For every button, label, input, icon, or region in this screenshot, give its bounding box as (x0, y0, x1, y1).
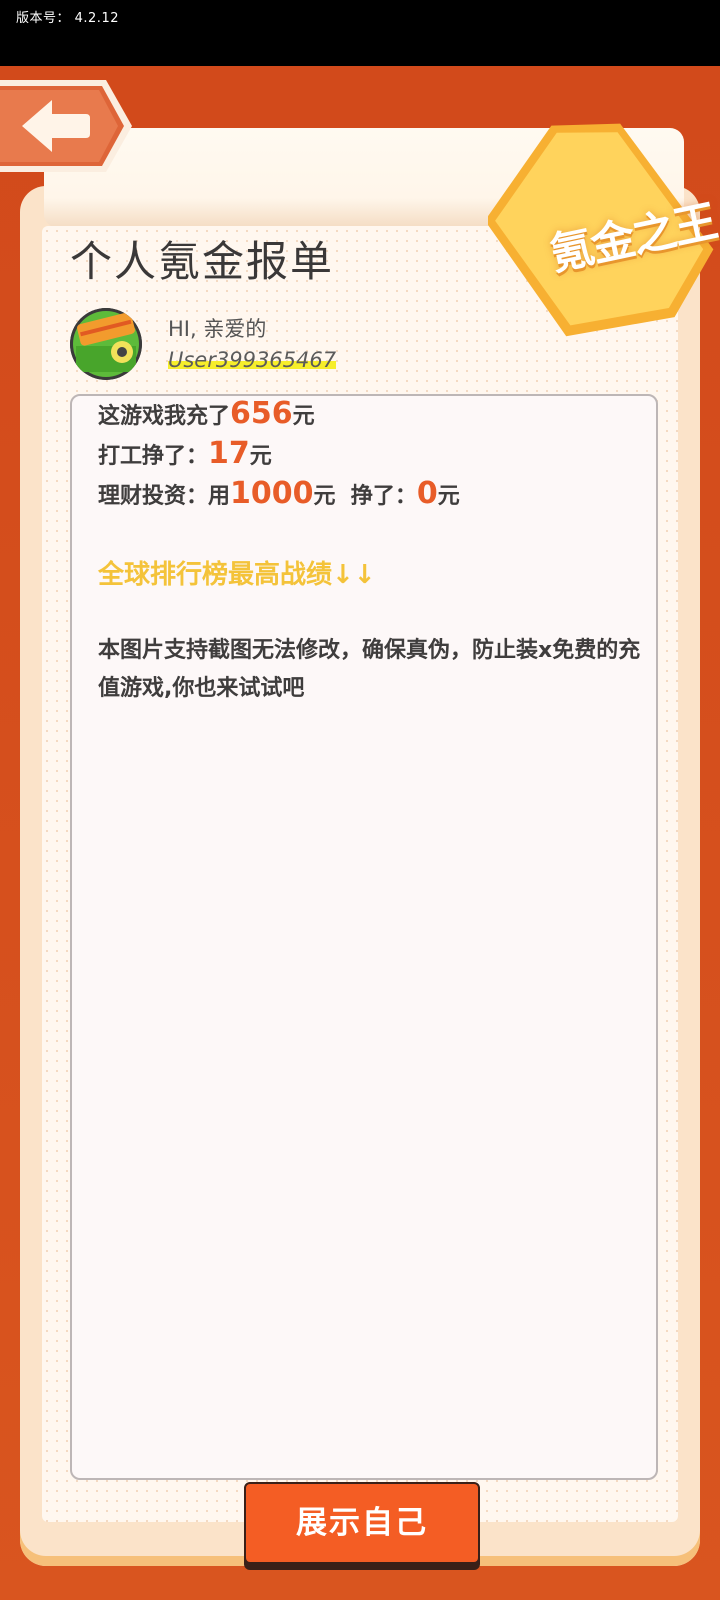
invest-unit: 元 (437, 484, 460, 509)
greeting-text: HI, 亲爱的 (168, 317, 267, 341)
invest-amount: 1000 (230, 476, 314, 511)
invest-line: 理财投资：用1000元 挣了：0元 (98, 476, 460, 511)
work-amount: 17 (208, 436, 250, 471)
back-button[interactable] (0, 80, 132, 172)
work-unit: 元 (249, 444, 272, 469)
recharge-unit: 元 (292, 404, 315, 429)
status-bar: 版本号： 4.2.12 (0, 0, 720, 66)
recharge-line: 这游戏我充了656元 (98, 396, 315, 431)
page-title: 个人氪金报单 (70, 237, 335, 286)
recharge-amount: 656 (230, 396, 293, 431)
avatar (70, 308, 142, 380)
invest-earned-label: 元 挣了： (313, 484, 417, 509)
back-arrow-icon (0, 80, 132, 172)
recharge-label: 这游戏我充了 (98, 404, 231, 429)
invest-label: 理财投资：用 (98, 484, 231, 509)
version-label: 版本号： 4.2.12 (16, 11, 119, 26)
report-card: 这游戏我充了656元 打工挣了：17元 理财投资：用1000元 挣了：0元 全球… (70, 394, 658, 1480)
notice-text: 本图片支持截图无法修改，确保真伪，防止装x免费的充值游戏,你也来试试吧 (98, 638, 641, 701)
username: User399365467 (168, 348, 337, 372)
invest-earned: 0 (416, 476, 438, 511)
show-myself-button[interactable]: 展示自己 (244, 1482, 480, 1564)
work-line: 打工挣了：17元 (98, 436, 272, 471)
ranking-label: 全球排行榜最高战绩↓↓ (98, 560, 376, 590)
work-label: 打工挣了： (98, 444, 209, 469)
